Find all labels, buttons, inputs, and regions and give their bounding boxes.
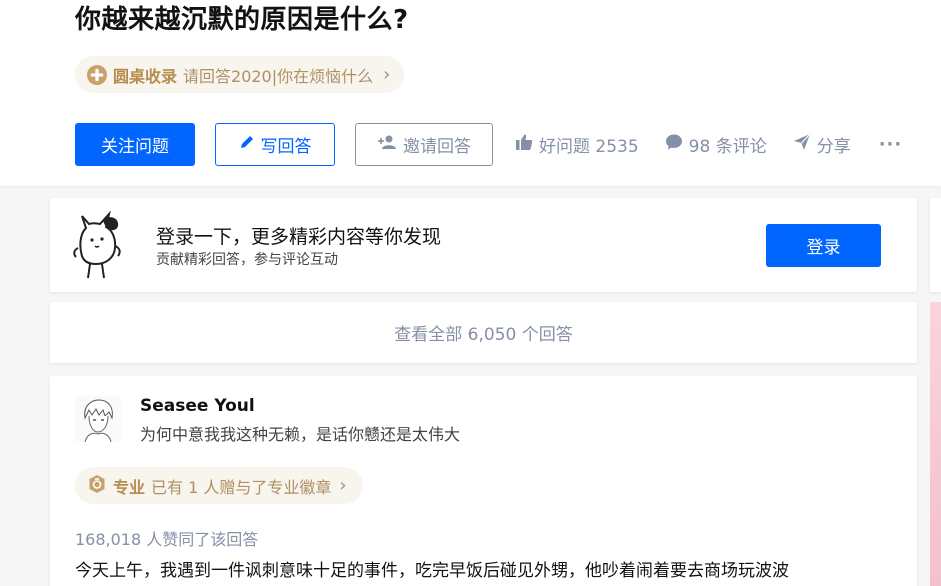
chevron-right-icon: › <box>339 475 347 496</box>
avatar[interactable] <box>75 396 121 442</box>
share-label: 分享 <box>816 137 851 157</box>
write-answer-label: 写回答 <box>260 137 312 157</box>
badge-name: 专业 <box>113 477 146 497</box>
invite-answer-button[interactable]: 邀请回答 <box>355 123 493 166</box>
share-button[interactable]: 分享 <box>793 132 851 157</box>
sidebar-banner-edge[interactable] <box>930 302 941 586</box>
view-all-answers-button[interactable]: 查看全部 6,050 个回答 <box>50 302 917 363</box>
answer-content[interactable]: 今天上午，我遇到一件讽刺意味十足的事件，吃完早饭后碰见外甥，他吵着闹着要去商场玩… <box>75 556 789 581</box>
share-icon <box>793 133 811 156</box>
invite-answer-label: 邀请回答 <box>403 137 471 157</box>
login-button[interactable]: 登录 <box>766 224 881 267</box>
roundtable-subtitle: 请回答2020|你在烦恼什么 <box>183 66 374 86</box>
vote-count: 168,018 人赞同了该回答 <box>75 530 259 549</box>
author-bio: 为何中意我我这种无赖，是话你戆还是太伟大 <box>140 425 461 444</box>
good-question-button[interactable]: 好问题 2535 <box>515 132 639 157</box>
roundtable-icon <box>87 64 107 85</box>
thumb-up-icon <box>515 133 533 156</box>
roundtable-tag[interactable]: 圆桌收录 请回答2020|你在烦恼什么 › <box>75 56 405 93</box>
question-title: 你越来越沉默的原因是什么? <box>75 5 409 35</box>
question-header: 你越来越沉默的原因是什么? 圆桌收录 请回答2020|你在烦恼什么 › 关注问题… <box>0 0 941 186</box>
good-question-count: 好问题 2535 <box>539 137 639 157</box>
comments-button[interactable]: 98 条评论 <box>665 132 767 157</box>
chevron-right-icon: › <box>383 64 391 85</box>
comment-icon <box>665 133 683 156</box>
question-actions: 关注问题 写回答 邀请回答 好问题 2535 98 条评论 分享 ··· <box>75 123 915 166</box>
sidebar-card-edge <box>930 198 941 292</box>
professional-badge[interactable]: 专业 已有 1 人赠与了专业徽章 › <box>75 467 363 504</box>
login-prompt-title: 登录一下，更多精彩内容等你发现 <box>156 226 442 248</box>
roundtable-name: 圆桌收录 <box>113 66 178 86</box>
answer-card: Seasee Youl 为何中意我我这种无赖，是话你戆还是太伟大 专业 已有 1… <box>50 376 917 586</box>
pen-icon <box>239 134 255 155</box>
badge-text: 已有 1 人赠与了专业徽章 <box>151 477 332 497</box>
more-icon[interactable]: ··· <box>879 134 903 155</box>
badge-icon <box>87 474 107 498</box>
login-prompt-subtitle: 贡献精彩回答，参与评论互动 <box>156 252 338 268</box>
add-user-icon <box>377 134 397 155</box>
login-prompt-card: 登录一下，更多精彩内容等你发现 贡献精彩回答，参与评论互动 登录 <box>50 198 917 292</box>
follow-question-button[interactable]: 关注问题 <box>75 123 195 166</box>
author-name[interactable]: Seasee Youl <box>140 396 255 416</box>
write-answer-button[interactable]: 写回答 <box>215 123 335 166</box>
mascot-icon <box>70 208 130 286</box>
comments-count: 98 条评论 <box>688 137 767 157</box>
